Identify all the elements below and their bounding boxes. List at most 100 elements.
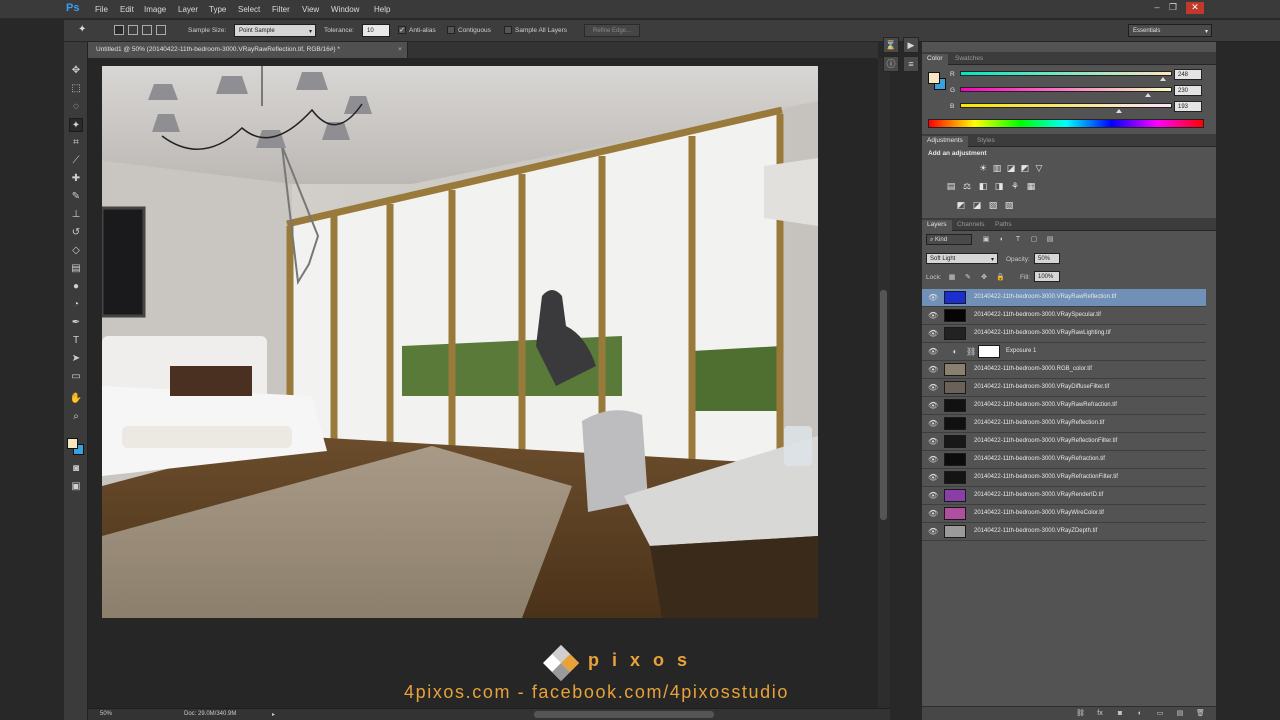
document-canvas-image[interactable]: [102, 66, 818, 618]
menu-help[interactable]: Help: [374, 5, 390, 14]
smart-object-filter-icon[interactable]: ▤: [1046, 236, 1054, 244]
lock-all-icon[interactable]: 🔒: [996, 274, 1005, 282]
layer-row[interactable]: 👁 20140422-11th-bedroom-3000.VRayRefracti…: [922, 469, 1206, 487]
close-window-icon[interactable]: ✕: [1186, 2, 1204, 14]
invert-icon[interactable]: ◩: [956, 200, 966, 210]
document-info[interactable]: Doc: 29.0M/340.9M: [184, 711, 236, 717]
layer-mask-thumbnail[interactable]: [978, 345, 1000, 358]
tab-color[interactable]: Color: [922, 54, 948, 65]
rectangle-tool-icon[interactable]: ▭: [69, 370, 83, 384]
layer-row[interactable]: 👁 20140422-11th-bedroom-3000.VRayRenderID…: [922, 487, 1206, 505]
layer-row[interactable]: 👁 20140422-11th-bedroom-3000.VRayRawRefra…: [922, 397, 1206, 415]
red-channel-slider[interactable]: [960, 71, 1172, 81]
threshold-icon[interactable]: ▨: [988, 200, 998, 210]
blur-tool-icon[interactable]: ●: [69, 280, 83, 294]
layer-row[interactable]: 👁 20140422-11th-bedroom-3000.VRayRawLight…: [922, 325, 1206, 343]
clone-stamp-tool-icon[interactable]: ⊥: [69, 208, 83, 222]
menu-file[interactable]: File: [95, 5, 108, 14]
tab-swatches[interactable]: Swatches: [950, 54, 988, 65]
tab-paths[interactable]: Paths: [990, 220, 1017, 231]
layer-row[interactable]: 👁 20140422-11th-bedroom-3000.VRayWireColo…: [922, 505, 1206, 523]
menu-image[interactable]: Image: [144, 5, 166, 14]
contiguous-checkbox[interactable]: [447, 26, 455, 34]
vertical-scroll-thumb[interactable]: [880, 290, 887, 520]
eye-icon[interactable]: 👁: [928, 509, 938, 519]
tab-channels[interactable]: Channels: [952, 220, 989, 231]
tolerance-input[interactable]: 10: [362, 24, 390, 37]
eye-icon[interactable]: 👁: [928, 455, 938, 465]
eye-icon[interactable]: 👁: [928, 473, 938, 483]
mask-link-icon[interactable]: ⛓: [966, 347, 976, 357]
menu-view[interactable]: View: [302, 5, 319, 14]
green-channel-slider[interactable]: [960, 87, 1172, 97]
add-selection-icon[interactable]: [128, 25, 138, 35]
layer-row[interactable]: 👁 20140422-11th-bedroom-3000.VRayDiffuseF…: [922, 379, 1206, 397]
curves-icon[interactable]: ◪: [1006, 163, 1016, 173]
opacity-input[interactable]: 50%: [1034, 253, 1060, 264]
history-panel-icon[interactable]: ⌛: [883, 37, 899, 53]
fill-input[interactable]: 100%: [1034, 271, 1060, 282]
layer-thumbnail[interactable]: [944, 525, 966, 538]
photo-filter-icon[interactable]: ◨: [994, 181, 1004, 191]
gradient-map-icon[interactable]: ▧: [1004, 200, 1014, 210]
tab-adjustments[interactable]: Adjustments: [922, 136, 968, 147]
color-balance-icon[interactable]: ⚖: [962, 181, 972, 191]
eye-icon[interactable]: 👁: [928, 401, 938, 411]
horizontal-scroll-thumb[interactable]: [534, 711, 714, 718]
layer-thumbnail[interactable]: [944, 309, 966, 322]
layer-thumbnail[interactable]: [944, 399, 966, 412]
anti-alias-checkbox[interactable]: ✓: [398, 26, 406, 34]
layer-style-icon[interactable]: fx: [1096, 710, 1104, 718]
layer-row[interactable]: 👁 20140422-11th-bedroom-3000.VRayReflecti…: [922, 415, 1206, 433]
lock-image-icon[interactable]: ✎: [964, 274, 972, 282]
blue-slider-handle[interactable]: [1116, 109, 1123, 113]
eye-icon[interactable]: 👁: [928, 419, 938, 429]
eye-icon[interactable]: 👁: [928, 383, 938, 393]
brightness-contrast-icon[interactable]: ☀: [978, 163, 988, 173]
menu-select[interactable]: Select: [238, 5, 260, 14]
close-document-icon[interactable]: ×: [398, 46, 402, 53]
layer-row[interactable]: 👁 20140422-11th-bedroom-3000.RGB_color.ti…: [922, 361, 1206, 379]
new-selection-icon[interactable]: [114, 25, 124, 35]
shape-filter-icon[interactable]: ▢: [1030, 236, 1038, 244]
crop-tool-icon[interactable]: ⌗: [69, 136, 83, 150]
gradient-tool-icon[interactable]: ▤: [69, 262, 83, 276]
blue-channel-slider[interactable]: [960, 103, 1172, 113]
menu-filter[interactable]: Filter: [272, 5, 290, 14]
restore-icon[interactable]: ❐: [1166, 2, 1180, 14]
red-slider-handle[interactable]: [1159, 77, 1166, 81]
blend-mode-select[interactable]: Soft Light ▾: [926, 253, 998, 264]
menu-window[interactable]: Window: [331, 5, 359, 14]
levels-icon[interactable]: ▥: [992, 163, 1002, 173]
layer-row[interactable]: 👁 20140422-11th-bedroom-3000.VRayRawRefle…: [922, 289, 1206, 307]
layer-thumbnail[interactable]: [944, 453, 966, 466]
new-layer-icon[interactable]: ▤: [1176, 710, 1184, 718]
move-tool-icon[interactable]: ✥: [69, 64, 83, 78]
foreground-color-swatch[interactable]: [67, 438, 78, 449]
layer-thumbnail[interactable]: [944, 291, 966, 304]
eye-icon[interactable]: 👁: [928, 527, 938, 537]
tab-styles[interactable]: Styles: [972, 136, 1000, 147]
new-adjustment-layer-icon[interactable]: ◐: [1136, 710, 1144, 718]
actions-panel-icon[interactable]: ▶: [903, 37, 919, 53]
menu-type[interactable]: Type: [209, 5, 226, 14]
lasso-tool-icon[interactable]: ◌: [69, 100, 83, 114]
lock-transparent-icon[interactable]: ▦: [948, 274, 956, 282]
color-spectrum-ramp[interactable]: [928, 119, 1204, 128]
magic-wand-preset-icon[interactable]: ✦: [78, 24, 94, 38]
minimize-icon[interactable]: –: [1150, 2, 1164, 14]
vertical-scrollbar[interactable]: [878, 58, 890, 708]
menu-edit[interactable]: Edit: [120, 5, 134, 14]
properties-panel-icon[interactable]: ≡: [903, 56, 919, 72]
info-panel-icon[interactable]: ⓘ: [883, 56, 899, 72]
link-layers-icon[interactable]: ⛓: [1076, 710, 1085, 718]
eye-icon[interactable]: 👁: [928, 437, 938, 447]
type-tool-icon[interactable]: T: [69, 334, 83, 348]
zoom-tool-icon[interactable]: ⌕: [69, 410, 83, 424]
layer-thumbnail[interactable]: [944, 327, 966, 340]
green-slider-handle[interactable]: [1145, 93, 1152, 97]
screen-mode-icon[interactable]: ▣: [69, 480, 83, 494]
healing-brush-tool-icon[interactable]: ✚: [69, 172, 83, 186]
layer-row[interactable]: 👁 20140422-11th-bedroom-3000.VRayReflecti…: [922, 433, 1206, 451]
type-filter-icon[interactable]: T: [1014, 236, 1022, 244]
